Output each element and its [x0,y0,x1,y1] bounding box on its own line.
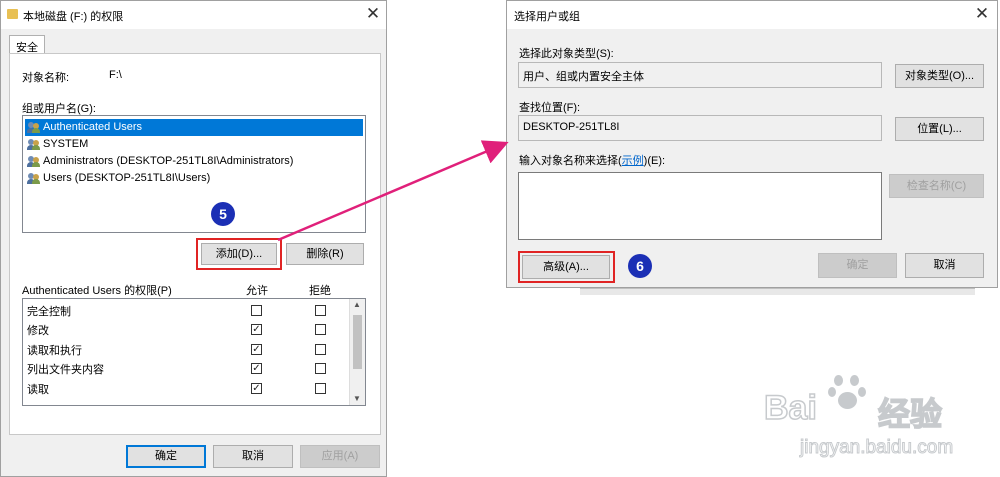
enter-names-label: 输入对象名称来选择(示例)(E): [519,152,665,168]
user-name: SYSTEM [43,138,89,150]
folder-icon [7,9,18,19]
deny-checkbox[interactable] [315,383,326,394]
close-icon[interactable]: ✕ [363,4,383,24]
examples-link[interactable]: 示例 [622,155,644,167]
deny-checkbox[interactable] [315,305,326,316]
allow-checkbox[interactable]: ✓ [251,344,262,355]
watermark-url: jingyan.baidu.com [799,437,954,459]
users-icon [27,139,41,150]
watermark-brand-cn: 经验 [877,394,943,434]
object-name-label: 对象名称: [22,72,70,84]
title-bar: 选择用户或组 ✕ [507,1,997,29]
list-item[interactable]: Authenticated Users [25,119,363,136]
watermark-brand: Bai [763,388,817,428]
permissions-dialog: 本地磁盘 (F:) 的权限 ✕ 安全 对象名称: F:\ 组或用户名(G): A… [0,0,387,477]
users-icon [27,173,41,184]
perm-row: 读取 [27,381,49,397]
location-button[interactable]: 位置(L)... [895,117,984,141]
check-names-button: 检查名称(C) [889,174,984,198]
object-type-button[interactable]: 对象类型(O)... [895,64,984,88]
perm-row: 列出文件夹内容 [27,361,104,377]
apply-button: 应用(A) [300,445,380,468]
step-5-badge: 5 [211,202,235,226]
perm-row: 修改 [27,322,49,338]
user-name: Authenticated Users [43,121,143,133]
allow-checkbox[interactable]: ✓ [251,383,262,394]
deny-checkbox[interactable] [315,344,326,355]
allow-checkbox[interactable]: ✓ [251,363,262,374]
location-field: DESKTOP-251TL8I [518,115,882,141]
group-or-user-label: 组或用户名(G): [22,103,96,115]
dialog-title: 本地磁盘 (F:) 的权限 [23,11,124,23]
permissions-label: Authenticated Users 的权限(P) [22,285,172,297]
object-type-label: 选择此对象类型(S): [519,48,614,60]
close-icon[interactable]: ✕ [972,4,992,24]
allow-checkbox[interactable] [251,305,262,316]
add-highlight-box [196,238,282,270]
baidu-paw-logo [828,375,868,415]
deny-checkbox[interactable] [315,363,326,374]
select-users-dialog: 选择用户或组 ✕ 选择此对象类型(S): 用户、组或内置安全主体 对象类型(O)… [506,0,998,288]
cancel-button[interactable]: 取消 [905,253,984,278]
perm-name: 列出文件夹内容 [27,364,104,376]
users-icon [27,122,41,133]
users-icon [27,156,41,167]
step-6-badge: 6 [628,254,652,278]
baidu-watermark: Bai 经验 jingyan.baidu.com [760,375,995,470]
background-window-strip [580,288,975,295]
scroll-down-icon[interactable]: ▼ [353,394,361,403]
user-name: Users (DESKTOP-251TL8I\Users) [43,172,211,184]
ok-button[interactable]: 确定 [126,445,206,468]
deny-header: 拒绝 [309,285,331,297]
enter-names-prefix: 输入对象名称来选择( [519,155,622,167]
location-label: 查找位置(F): [519,102,581,114]
object-names-input[interactable] [518,172,882,240]
scroll-up-icon[interactable]: ▲ [353,300,361,309]
advanced-highlight-box [518,251,615,283]
perm-name: 完全控制 [27,306,71,318]
enter-names-suffix: )(E): [643,155,666,167]
perm-name: 读取和执行 [27,345,82,357]
allow-header: 允许 [246,285,268,297]
deny-checkbox[interactable] [315,324,326,335]
object-type-field: 用户、组或内置安全主体 [518,62,882,88]
users-list[interactable]: Authenticated Users SYSTEM Administrator… [22,115,366,233]
list-item[interactable]: Administrators (DESKTOP-251TL8I\Administ… [25,153,363,170]
remove-button[interactable]: 删除(R) [286,243,364,265]
cancel-button[interactable]: 取消 [213,445,293,468]
perm-name: 读取 [27,384,49,396]
permissions-list: 完全控制 修改 读取和执行 列出文件夹内容 读取 ▬ ✓ ✓ ✓ ✓ ▲ ▼ [22,298,366,406]
ok-button: 确定 [818,253,897,278]
allow-checkbox[interactable]: ✓ [251,324,262,335]
perm-row: 读取和执行 [27,342,82,358]
scroll-thumb[interactable] [353,315,362,369]
title-bar: 本地磁盘 (F:) 的权限 ✕ [1,1,386,29]
user-name: Administrators (DESKTOP-251TL8I\Administ… [43,155,294,167]
object-name-value: F:\ [109,69,122,81]
perm-row: 完全控制 [27,303,71,319]
perm-name: 修改 [27,325,49,337]
perm-row-partial: ▬ [27,400,38,406]
list-item[interactable]: SYSTEM [25,136,363,153]
list-item[interactable]: Users (DESKTOP-251TL8I\Users) [25,170,363,187]
dialog-title: 选择用户或组 [514,11,580,23]
scrollbar[interactable]: ▲ ▼ [349,299,365,405]
